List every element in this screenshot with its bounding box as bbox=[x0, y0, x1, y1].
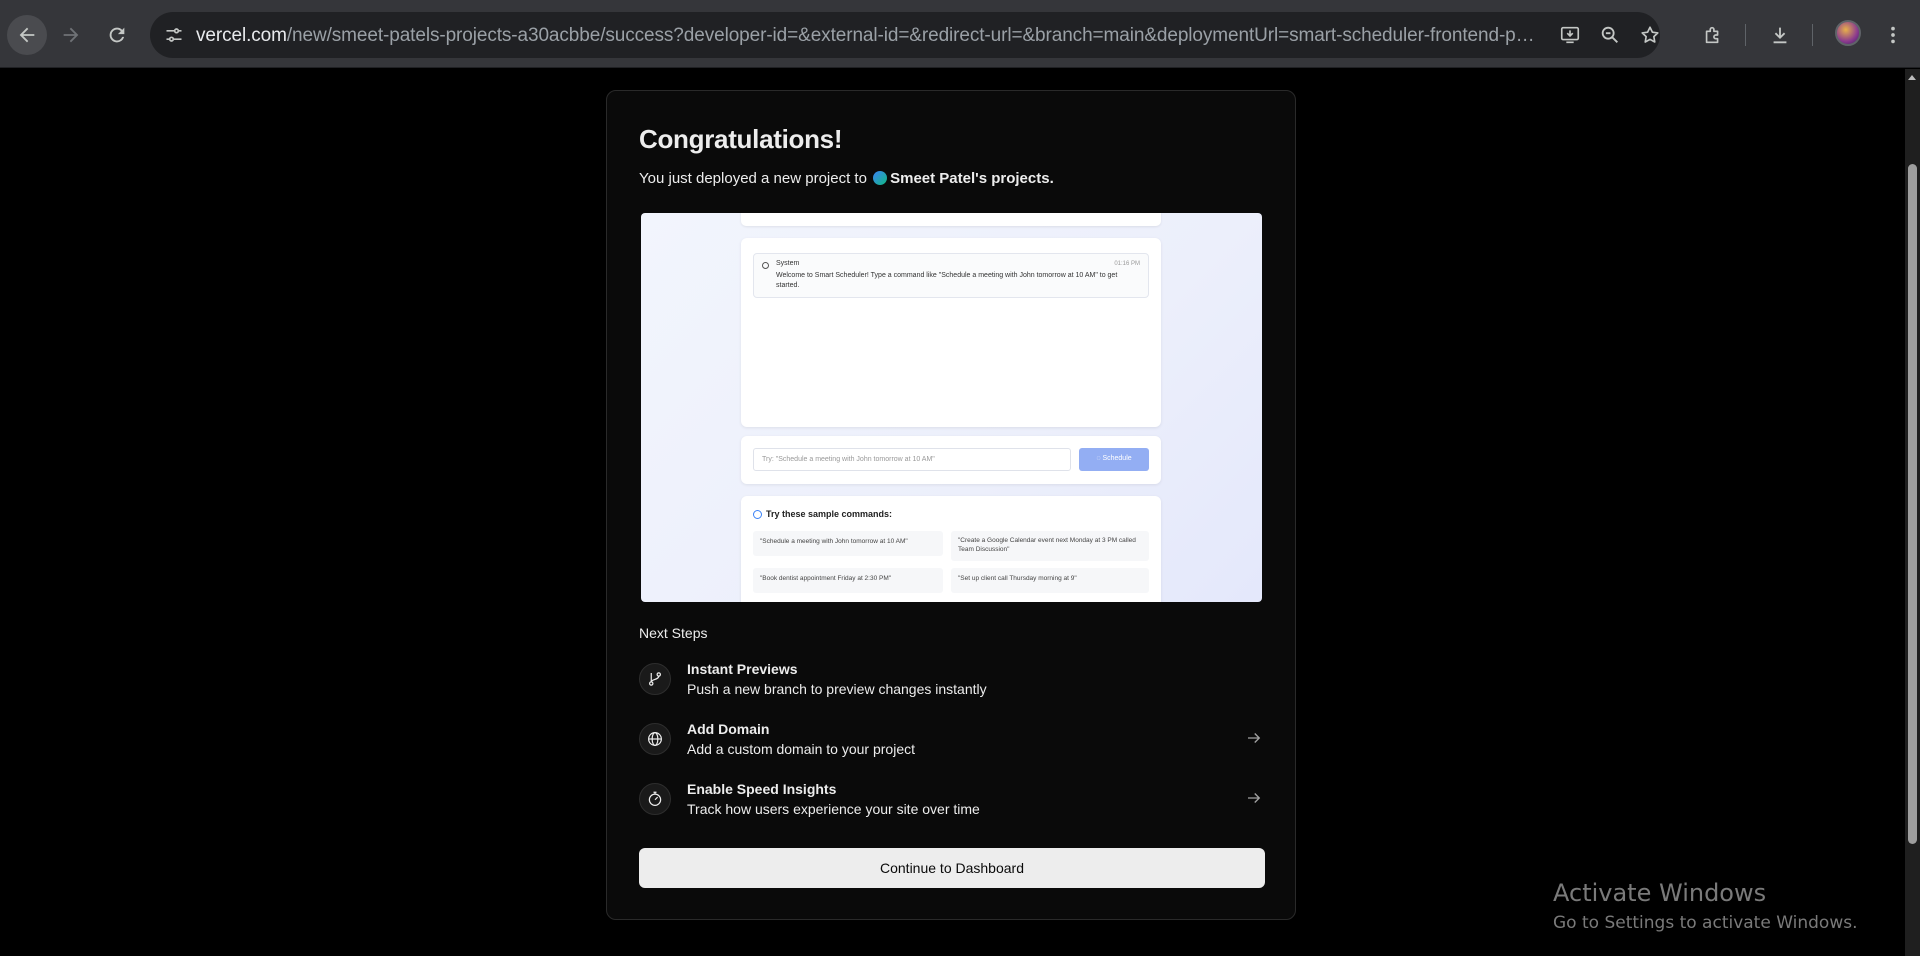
samples-title: Try these sample commands: bbox=[766, 509, 893, 519]
sample-chip: "Book dentist appointment Friday at 2:30… bbox=[753, 568, 943, 593]
step-speed-insights[interactable]: Enable Speed Insights Track how users ex… bbox=[639, 777, 1265, 825]
scroll-up-arrow-icon[interactable] bbox=[1908, 75, 1916, 80]
preview-command-input: Try: "Schedule a meeting with John tomor… bbox=[753, 448, 1071, 471]
step-title: Instant Previews bbox=[687, 661, 798, 677]
team-name[interactable]: Smeet Patel's projects. bbox=[890, 170, 1054, 187]
watermark-subtitle: Go to Settings to activate Windows. bbox=[1553, 913, 1858, 933]
bookmark-star-icon[interactable] bbox=[1638, 23, 1662, 47]
deploy-subtitle: You just deployed a new project to Smeet… bbox=[639, 170, 1054, 187]
forward-button[interactable] bbox=[51, 15, 91, 55]
chat-time: 01:16 PM bbox=[1114, 261, 1140, 267]
step-add-domain[interactable]: Add Domain Add a custom domain to your p… bbox=[639, 717, 1265, 765]
next-steps-heading: Next Steps bbox=[639, 625, 708, 641]
watermark-title: Activate Windows bbox=[1553, 879, 1767, 907]
speed-gauge-icon bbox=[639, 783, 671, 815]
clock-icon bbox=[753, 510, 762, 519]
deployment-preview[interactable]: System 01:16 PM Welcome to Smart Schedul… bbox=[641, 213, 1262, 602]
schedule-label: Schedule bbox=[1102, 455, 1132, 462]
preview-header-card bbox=[741, 213, 1161, 226]
step-title: Add Domain bbox=[687, 721, 770, 737]
profile-avatar[interactable] bbox=[1835, 20, 1861, 46]
message-icon bbox=[762, 262, 769, 269]
page-scrollbar[interactable] bbox=[1905, 69, 1920, 956]
url-text: vercel.com/new/smeet-patels-projects-a30… bbox=[196, 25, 1536, 47]
preview-schedule-button: ◌ Schedule bbox=[1079, 448, 1149, 471]
more-menu-icon[interactable] bbox=[1875, 17, 1911, 53]
address-bar[interactable]: vercel.com/new/smeet-patels-projects-a30… bbox=[150, 12, 1660, 58]
subtitle-prefix: You just deployed a new project to bbox=[639, 170, 867, 187]
url-host: vercel.com bbox=[196, 25, 287, 46]
preview-chat-message: System 01:16 PM Welcome to Smart Schedul… bbox=[753, 253, 1149, 298]
page-content: Congratulations! You just deployed a new… bbox=[0, 69, 1905, 956]
arrow-right-icon bbox=[63, 27, 79, 43]
chat-sender: System bbox=[776, 260, 800, 267]
git-branch-icon bbox=[639, 663, 671, 695]
step-instant-previews[interactable]: Instant Previews Push a new branch to pr… bbox=[639, 657, 1265, 705]
chat-text: Welcome to Smart Scheduler! Type a comma… bbox=[776, 272, 1118, 289]
extensions-icon[interactable] bbox=[1695, 17, 1731, 53]
scrollbar-thumb[interactable] bbox=[1908, 164, 1917, 844]
sample-chip: "Create a Google Calendar event next Mon… bbox=[951, 531, 1149, 561]
continue-to-dashboard-button[interactable]: Continue to Dashboard bbox=[639, 848, 1265, 888]
team-avatar-icon bbox=[873, 171, 888, 185]
step-description: Push a new branch to preview changes ins… bbox=[687, 681, 987, 697]
success-card: Congratulations! You just deployed a new… bbox=[606, 90, 1296, 920]
tune-icon bbox=[166, 28, 182, 42]
step-description: Track how users experience your site ove… bbox=[687, 801, 980, 817]
globe-icon bbox=[639, 723, 671, 755]
preview-chat-card: System 01:16 PM Welcome to Smart Schedul… bbox=[741, 238, 1161, 427]
step-title: Enable Speed Insights bbox=[687, 781, 837, 797]
arrow-right-icon bbox=[1248, 733, 1261, 743]
arrow-left-icon bbox=[19, 27, 35, 43]
site-info-button[interactable] bbox=[160, 21, 188, 49]
sample-chip: "Schedule a meeting with John tomorrow a… bbox=[753, 531, 943, 556]
url-path: /new/smeet-patels-projects-a30acbbe/succ… bbox=[286, 25, 1536, 46]
downloads-icon[interactable] bbox=[1762, 17, 1798, 53]
reload-button[interactable] bbox=[97, 15, 137, 55]
preview-input-card: Try: "Schedule a meeting with John tomor… bbox=[741, 436, 1161, 484]
toolbar-divider bbox=[1812, 24, 1813, 46]
step-description: Add a custom domain to your project bbox=[687, 741, 916, 757]
install-app-icon[interactable] bbox=[1558, 23, 1582, 47]
browser-toolbar: vercel.com/new/smeet-patels-projects-a30… bbox=[0, 0, 1920, 68]
toolbar-divider bbox=[1745, 24, 1746, 46]
zoom-icon[interactable] bbox=[1598, 23, 1622, 47]
reload-icon bbox=[109, 27, 125, 43]
page-title: Congratulations! bbox=[639, 124, 843, 154]
preview-samples-card: Try these sample commands: "Schedule a m… bbox=[741, 496, 1161, 602]
arrow-right-icon bbox=[1248, 793, 1261, 803]
back-button[interactable] bbox=[7, 15, 47, 55]
sample-chip: "Set up client call Thursday morning at … bbox=[951, 568, 1149, 593]
windows-activation-watermark: Activate Windows Go to Settings to activ… bbox=[1553, 879, 1858, 933]
